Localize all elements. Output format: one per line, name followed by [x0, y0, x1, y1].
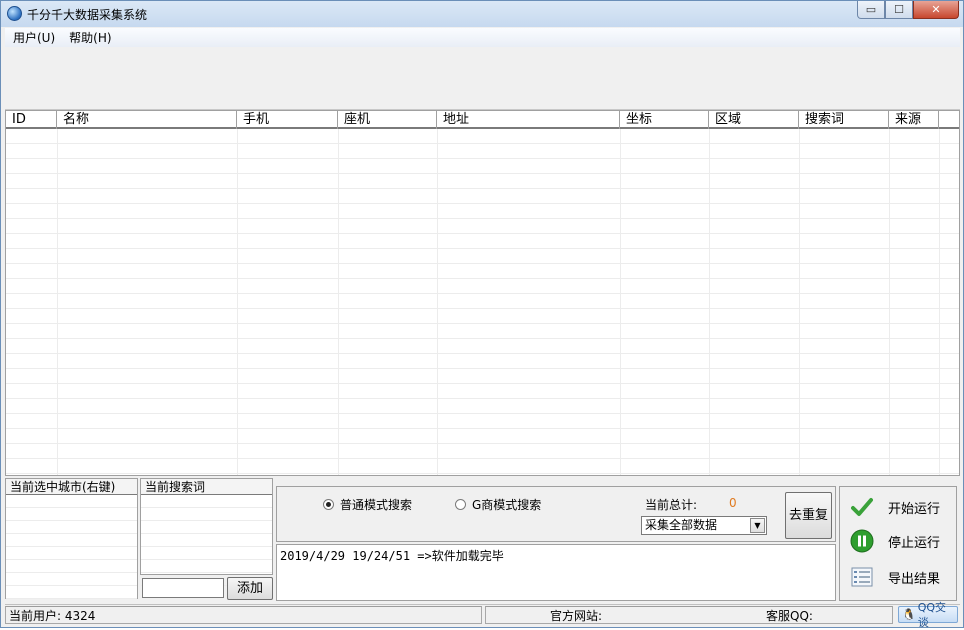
menu-bar: 用户(U) 帮助(H) — [5, 28, 960, 47]
pause-icon — [850, 529, 874, 553]
close-icon: ✕ — [931, 3, 941, 16]
qq-chat-button[interactable]: 🐧 QQ交谈 — [898, 601, 958, 629]
col-id[interactable]: ID — [6, 111, 57, 129]
minimize-button[interactable]: ▭ — [857, 1, 885, 19]
radio-selected-icon — [323, 499, 334, 510]
status-qq-label: 客服QQ: — [766, 609, 813, 623]
minimize-icon: ▭ — [865, 3, 877, 16]
export-label: 导出结果 — [888, 571, 941, 587]
grid-header: ID 名称 手机 座机 地址 坐标 区域 搜索词 来源 — [6, 111, 959, 129]
dropdown-arrow-icon[interactable]: ▼ — [750, 518, 765, 533]
keyword-input[interactable] — [142, 578, 224, 598]
total-label: 当前总计: — [645, 498, 698, 512]
radio-g-label: G商模式搜索 — [472, 498, 542, 512]
results-grid[interactable]: ID 名称 手机 座机 地址 坐标 区域 搜索词 来源 — [5, 110, 960, 476]
add-keyword-button[interactable]: 添加 — [227, 577, 273, 600]
radio-normal-mode[interactable]: 普通模式搜索 — [323, 496, 412, 513]
title-bar[interactable]: 千分千大数据采集系统 ▭ ☐ ✕ — [1, 1, 963, 27]
grid-body[interactable] — [6, 129, 959, 475]
total-value: 0 — [729, 496, 737, 510]
col-mobile[interactable]: 手机 — [237, 111, 338, 129]
keyword-list-panel[interactable]: 当前搜索词 — [140, 478, 273, 590]
qq-penguin-icon: 🐧 — [902, 608, 916, 621]
menu-user[interactable]: 用户(U) — [13, 29, 55, 46]
col-name[interactable]: 名称 — [57, 111, 237, 129]
list-document-icon — [850, 565, 874, 589]
start-label: 开始运行 — [888, 501, 941, 517]
export-button[interactable]: 导出结果 — [850, 565, 940, 589]
status-user: 当前用户: 4324 — [5, 606, 482, 624]
collect-mode-select[interactable]: 采集全部数据 ▼ — [641, 516, 767, 535]
col-coord[interactable]: 坐标 — [620, 111, 709, 129]
maximize-button[interactable]: ☐ — [885, 1, 913, 19]
log-line: 2019/4/29 19/24/51 =>软件加载完毕 — [280, 549, 504, 563]
keyword-panel-header: 当前搜索词 — [141, 479, 272, 495]
collect-mode-value: 采集全部数据 — [645, 518, 718, 532]
col-phone[interactable]: 座机 — [338, 111, 437, 129]
status-bar: 当前用户: 4324 官方网站: 客服QQ: 🐧 QQ交谈 — [5, 601, 960, 629]
city-list-panel[interactable]: 当前选中城市(右键) — [5, 478, 138, 614]
app-globe-icon — [7, 6, 22, 21]
toolbar-area — [5, 47, 960, 110]
log-output[interactable]: 2019/4/29 19/24/51 =>软件加载完毕 — [276, 544, 836, 601]
keyword-list[interactable] — [141, 495, 272, 590]
col-region[interactable]: 区域 — [709, 111, 799, 129]
maximize-icon: ☐ — [894, 3, 904, 16]
start-button[interactable]: 开始运行 — [850, 495, 940, 519]
qq-chat-label: QQ交谈 — [917, 600, 947, 629]
menu-help[interactable]: 帮助(H) — [69, 29, 111, 46]
search-options-panel: 普通模式搜索 G商模式搜索 当前总计: 0 采集全部数据 ▼ 去重复 — [276, 486, 836, 542]
city-list[interactable] — [6, 495, 137, 614]
stop-button[interactable]: 停止运行 — [850, 529, 940, 553]
status-site-label: 官方网站: — [550, 609, 603, 623]
status-site: 官方网站: 客服QQ: — [485, 606, 893, 624]
close-button[interactable]: ✕ — [913, 1, 959, 19]
radio-normal-label: 普通模式搜索 — [340, 498, 413, 512]
stop-label: 停止运行 — [888, 535, 941, 551]
app-window: 千分千大数据采集系统 ▭ ☐ ✕ 用户(U) 帮助(H) ID 名称 手机 座机… — [0, 0, 964, 629]
dedupe-button[interactable]: 去重复 — [785, 492, 832, 539]
radio-unselected-icon — [455, 499, 466, 510]
city-panel-header: 当前选中城市(右键) — [6, 479, 137, 495]
checkmark-icon — [850, 495, 874, 519]
col-source[interactable]: 来源 — [889, 111, 939, 129]
actions-panel: 开始运行 停止运行 导出结果 — [839, 486, 957, 601]
window-title: 千分千大数据采集系统 — [27, 8, 148, 22]
col-keyword[interactable]: 搜索词 — [799, 111, 889, 129]
col-address[interactable]: 地址 — [437, 111, 620, 129]
radio-g-mode[interactable]: G商模式搜索 — [455, 496, 541, 513]
